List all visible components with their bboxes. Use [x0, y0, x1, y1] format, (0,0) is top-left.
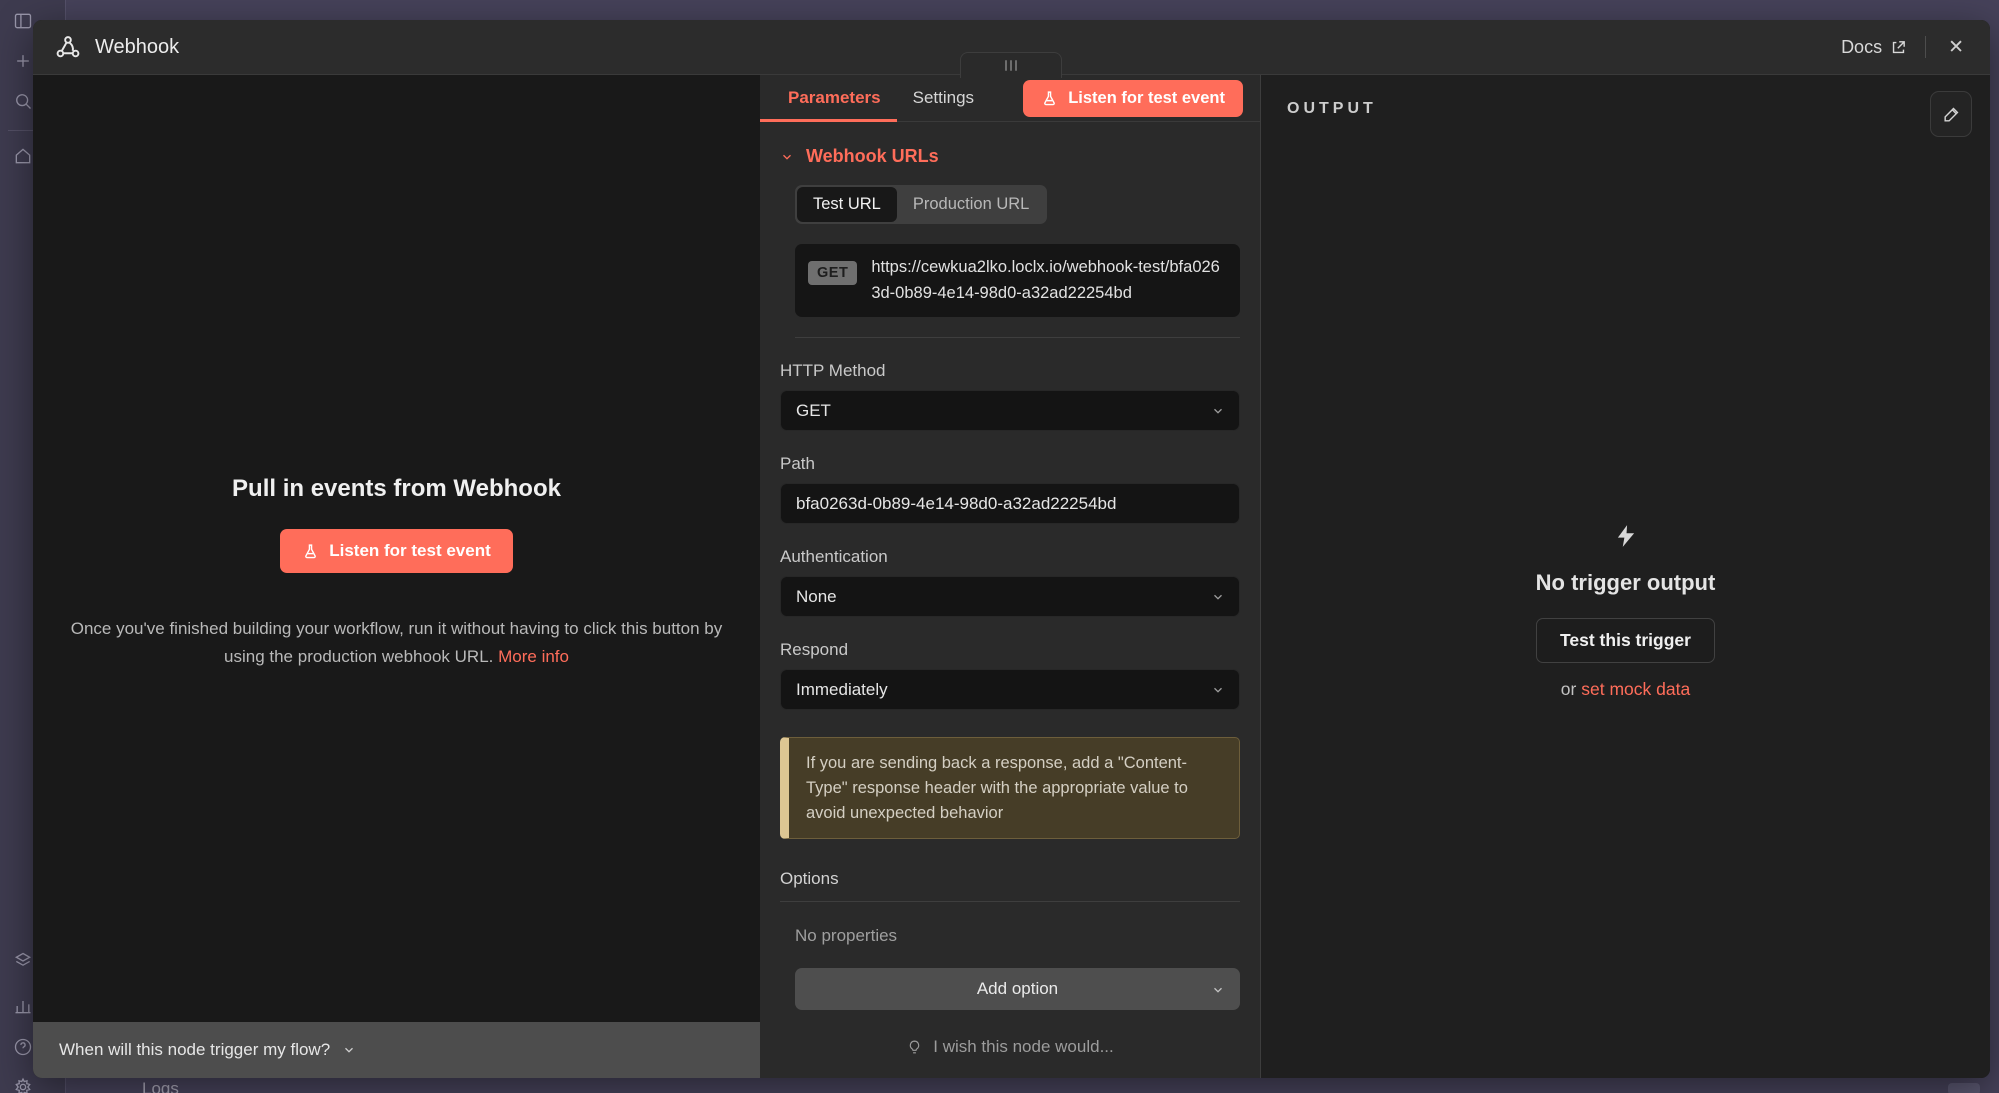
external-link-icon	[1890, 39, 1907, 56]
http-method-label: HTTP Method	[780, 361, 1240, 381]
production-hint-text: Once you've finished building your workf…	[63, 615, 730, 671]
output-title: OUTPUT	[1287, 100, 1377, 118]
webhook-urls-title: Webhook URLs	[806, 146, 939, 167]
test-url-segment[interactable]: Test URL	[797, 187, 897, 222]
or-text: or	[1561, 679, 1581, 699]
chevron-down-icon	[1211, 982, 1225, 996]
docs-label: Docs	[1841, 37, 1882, 58]
search-icon[interactable]	[12, 90, 34, 112]
http-method-select[interactable]: GET	[780, 390, 1240, 431]
tab-bar: Parameters Settings Listen for test even…	[760, 75, 1260, 122]
authentication-select[interactable]: None	[780, 576, 1240, 617]
chevron-down-icon	[1211, 404, 1225, 418]
section-divider	[795, 337, 1240, 338]
insights-icon[interactable]	[12, 995, 34, 1017]
more-info-link[interactable]: More info	[498, 647, 569, 666]
node-settings-modal: Webhook Docs ✕ Pull in events from Webho…	[33, 20, 1990, 1078]
no-output-state: No trigger output Test this trigger or s…	[1261, 523, 1990, 700]
webhook-url-display[interactable]: GET https://cewkua2lko.loclx.io/webhook-…	[795, 244, 1240, 317]
parameters-scroll-area: Webhook URLs Test URL Production URL GET…	[760, 122, 1260, 1016]
add-icon[interactable]	[12, 50, 34, 72]
options-label: Options	[780, 869, 1240, 889]
listen-test-event-button-top[interactable]: Listen for test event	[1023, 80, 1243, 117]
settings-gear-icon[interactable]	[12, 1076, 34, 1093]
listen-test-event-label: Listen for test event	[1068, 89, 1225, 108]
input-panel: Pull in events from Webhook Listen for t…	[33, 75, 760, 1078]
trigger-flow-expander[interactable]: When will this node trigger my flow?	[33, 1022, 760, 1078]
node-wish-link[interactable]: I wish this node would...	[760, 1016, 1260, 1078]
no-trigger-output-text: No trigger output	[1261, 570, 1990, 596]
help-icon[interactable]	[12, 1036, 34, 1058]
mock-data-row: or set mock data	[1261, 679, 1990, 700]
production-url-segment[interactable]: Production URL	[897, 187, 1045, 222]
respond-label: Respond	[780, 640, 1240, 660]
docs-link[interactable]: Docs	[1841, 37, 1907, 58]
node-title: Webhook	[95, 36, 179, 59]
respond-select[interactable]: Immediately	[780, 669, 1240, 710]
webhook-urls-section-toggle[interactable]: Webhook URLs	[780, 146, 1240, 167]
authentication-value: None	[796, 587, 837, 607]
tab-parameters[interactable]: Parameters	[760, 75, 897, 121]
http-method-value: GET	[796, 401, 831, 421]
chevron-down-icon	[1211, 683, 1225, 697]
add-option-button[interactable]: Add option	[795, 968, 1240, 1010]
background-control	[1948, 1083, 1980, 1093]
sidebar-toggle-icon[interactable]	[12, 10, 34, 32]
chevron-down-icon	[780, 150, 794, 164]
logs-panel-label[interactable]: Logs	[142, 1079, 179, 1093]
output-panel: OUTPUT No trigger output Test this trigg…	[1260, 75, 1990, 1078]
listen-test-event-button[interactable]: Listen for test event	[280, 529, 513, 573]
edit-output-button[interactable]	[1930, 91, 1972, 137]
parameters-panel: Parameters Settings Listen for test even…	[760, 75, 1260, 1078]
chevron-down-icon	[342, 1043, 356, 1057]
path-label: Path	[780, 454, 1240, 474]
close-icon[interactable]: ✕	[1944, 34, 1968, 61]
pencil-icon	[1942, 105, 1961, 124]
content-type-notice: If you are sending back a response, add …	[780, 737, 1240, 839]
listen-test-event-label: Listen for test event	[329, 541, 491, 561]
panel-drag-handle-icon[interactable]	[960, 52, 1062, 78]
flask-icon	[302, 543, 319, 560]
webhook-node-icon	[55, 34, 81, 60]
templates-icon[interactable]	[12, 950, 34, 972]
http-method-badge: GET	[808, 261, 857, 285]
home-icon[interactable]	[12, 145, 34, 167]
no-properties-text: No properties	[795, 926, 1240, 946]
add-option-label: Add option	[977, 979, 1058, 998]
options-divider	[780, 901, 1240, 902]
path-input[interactable]	[780, 483, 1240, 524]
trigger-flow-question: When will this node trigger my flow?	[59, 1040, 330, 1060]
header-separator	[1925, 36, 1926, 58]
authentication-label: Authentication	[780, 547, 1240, 567]
test-this-trigger-button[interactable]: Test this trigger	[1536, 618, 1715, 663]
flask-icon	[1041, 90, 1058, 107]
url-mode-toggle: Test URL Production URL	[795, 185, 1047, 224]
chevron-down-icon	[1211, 590, 1225, 604]
set-mock-data-link[interactable]: set mock data	[1581, 679, 1690, 699]
respond-value: Immediately	[796, 680, 888, 700]
node-wish-label: I wish this node would...	[933, 1037, 1113, 1057]
tab-settings[interactable]: Settings	[897, 75, 990, 121]
lightning-bolt-icon	[1613, 536, 1639, 553]
pull-events-heading: Pull in events from Webhook	[63, 475, 730, 503]
webhook-url-text: https://cewkua2lko.loclx.io/webhook-test…	[871, 255, 1227, 306]
lightbulb-icon	[906, 1039, 923, 1056]
